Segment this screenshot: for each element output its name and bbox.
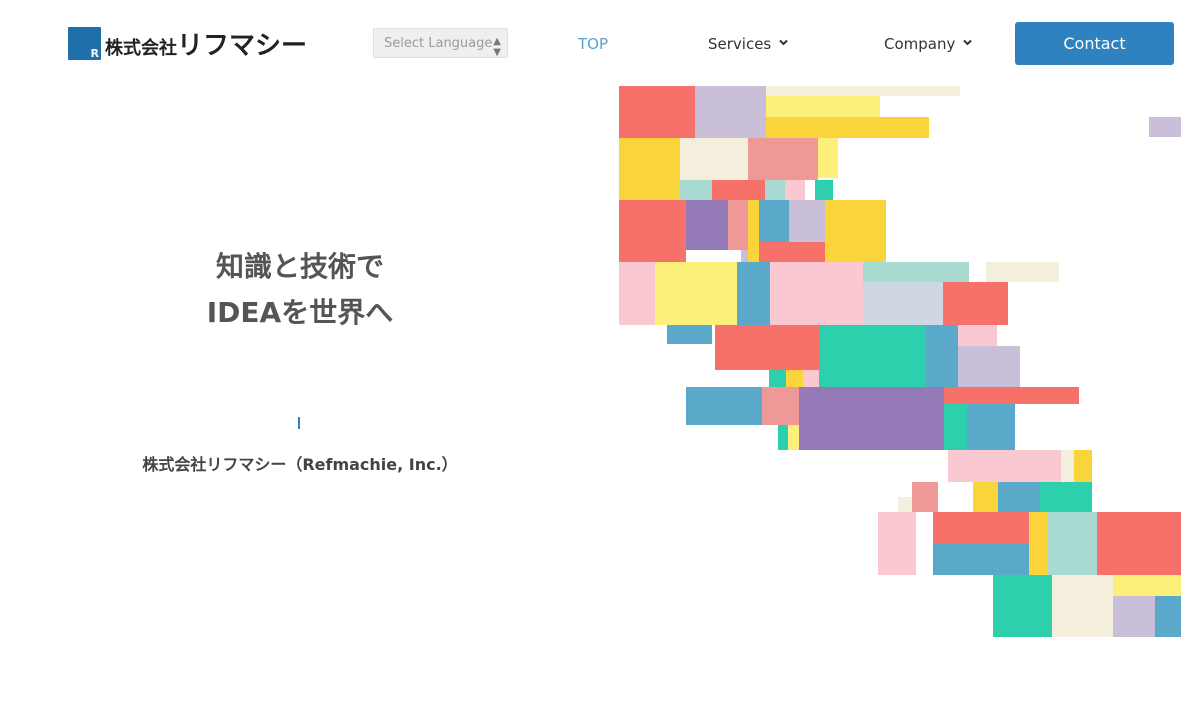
hero-company-name: 株式会社リフマシー（Refmachie, Inc.）: [142, 455, 458, 474]
select-arrow-icon: ▲ ▼: [493, 36, 501, 58]
mosaic-tile: [766, 96, 880, 117]
mosaic-tile: [737, 262, 770, 325]
mosaic-tile: [680, 138, 748, 180]
mosaic-tile: [958, 325, 997, 346]
mosaic-tile: [933, 544, 1029, 575]
nav-company-label: Company: [884, 35, 956, 53]
mosaic-tile: [818, 138, 838, 178]
mosaic-tile: [741, 250, 748, 262]
mosaic-tile: [825, 200, 886, 262]
nav-top-label: TOP: [578, 35, 609, 53]
nav-top[interactable]: TOP: [578, 35, 608, 53]
logo-mark-icon: R: [68, 26, 101, 60]
mosaic-tile: [788, 425, 799, 450]
mosaic-tile: [819, 325, 926, 387]
mosaic-tile: [998, 482, 1040, 512]
mosaic-tile: [619, 262, 655, 325]
mosaic-tile: [619, 200, 686, 262]
hero-heading-line1: 知識と技術で: [215, 250, 384, 283]
mosaic-tile: [686, 200, 728, 250]
nav-services[interactable]: Services: [708, 35, 788, 53]
mosaic-tile: [878, 512, 916, 575]
mosaic-tile: [863, 262, 969, 282]
mosaic-tile: [789, 200, 825, 242]
mosaic-tile: [1149, 117, 1181, 137]
chevron-down-icon: [779, 38, 788, 49]
mosaic-tile: [898, 497, 912, 512]
company-logo[interactable]: R 株式会社 リフマシー: [68, 25, 307, 62]
mosaic-tile: [748, 200, 759, 262]
mosaic-tile: [1052, 575, 1113, 637]
mosaic-tile: [944, 387, 1079, 404]
mosaic-tile: [770, 262, 863, 325]
mosaic-tile: [712, 180, 765, 200]
mosaic-tile: [967, 404, 1015, 450]
mosaic-tile: [786, 370, 803, 387]
mosaic-tile: [785, 180, 805, 200]
mosaic-tile: [1040, 482, 1092, 512]
hero-divider: [298, 417, 300, 429]
mosaic-tile: [695, 86, 766, 138]
mosaic-tile: [748, 138, 818, 180]
mosaic-tile: [944, 404, 967, 450]
decorative-mosaic: [0, 0, 1200, 718]
mosaic-tile: [766, 86, 960, 96]
hero-heading-line2: IDEAを世界へ: [206, 296, 394, 329]
mosaic-tile: [948, 450, 1061, 482]
mosaic-tile: [933, 512, 1029, 544]
mosaic-tile: [680, 180, 712, 200]
mosaic-tile: [1155, 596, 1181, 637]
mosaic-tile: [926, 325, 958, 387]
mosaic-tile: [728, 200, 748, 250]
mosaic-tile: [759, 242, 825, 262]
mosaic-tile: [667, 325, 712, 344]
logo-text-big: リフマシー: [177, 30, 308, 61]
mosaic-tile: [803, 370, 819, 387]
mosaic-tile: [762, 387, 799, 425]
mosaic-tile: [655, 262, 737, 325]
mosaic-tile: [765, 180, 785, 200]
mosaic-tile: [1029, 512, 1047, 575]
mosaic-tile: [778, 425, 788, 450]
mosaic-tile: [973, 482, 998, 512]
mosaic-tile: [1113, 596, 1155, 637]
mosaic-tile: [766, 117, 929, 138]
chevron-down-icon: [963, 38, 973, 49]
mosaic-tile: [943, 282, 1008, 325]
language-select[interactable]: Select Language ▲ ▼: [373, 28, 508, 58]
contact-button-label: Contact: [1063, 34, 1126, 53]
mosaic-tile: [1061, 450, 1074, 482]
mosaic-tile: [958, 346, 1020, 387]
nav-company[interactable]: Company: [884, 35, 973, 53]
mosaic-tile: [1047, 512, 1097, 575]
logo-wordmark: 株式会社 リフマシー: [105, 25, 307, 62]
mosaic-tile: [863, 282, 943, 325]
mosaic-tile: [815, 180, 833, 200]
mosaic-tile: [769, 370, 786, 387]
mosaic-tile: [912, 482, 938, 512]
mosaic-tile: [993, 575, 1052, 637]
mosaic-tile: [1113, 575, 1181, 596]
mosaic-tile: [1074, 450, 1092, 482]
hero-heading: 知識と技術で IDEAを世界へ: [140, 244, 460, 336]
logo-letter: R: [90, 46, 99, 60]
mosaic-tile: [1097, 512, 1181, 575]
nav-services-label: Services: [708, 35, 772, 53]
logo-text-small: 株式会社: [105, 37, 177, 59]
mosaic-tile: [619, 86, 695, 138]
mosaic-tile: [986, 262, 1059, 282]
language-select-label: Select Language: [384, 35, 493, 51]
mosaic-tile: [759, 200, 789, 242]
mosaic-tile: [686, 387, 762, 425]
mosaic-tile: [715, 325, 819, 370]
contact-button[interactable]: Contact: [1015, 22, 1174, 65]
mosaic-tile: [619, 138, 680, 200]
mosaic-tile: [799, 387, 944, 450]
